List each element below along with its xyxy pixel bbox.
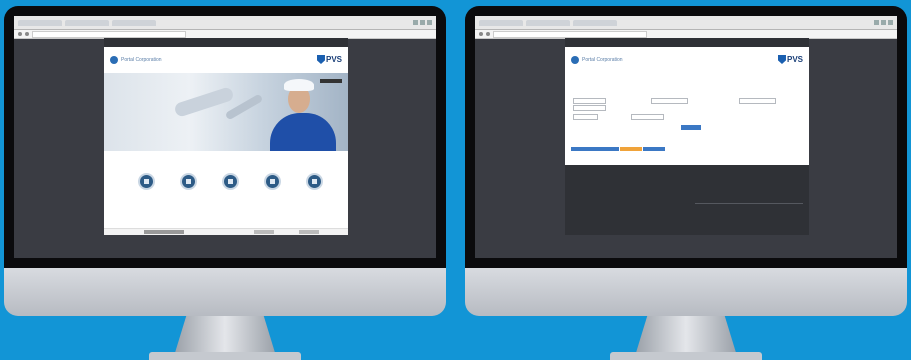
feature-icons — [104, 151, 348, 235]
company-logo-icon[interactable] — [110, 56, 118, 64]
browser-tab[interactable] — [112, 19, 156, 26]
feature-item[interactable] — [260, 173, 284, 193]
window-controls — [413, 20, 436, 25]
minimize-icon[interactable] — [413, 20, 418, 25]
window-controls — [874, 20, 897, 25]
company-name: Portal Corporation — [582, 57, 623, 63]
edit-icon — [305, 173, 323, 190]
news-strip — [104, 228, 348, 235]
shield-icon — [316, 55, 325, 64]
select-field[interactable] — [573, 114, 598, 120]
result-tabs — [571, 147, 665, 151]
form-card: Portal Corporation PVS — [565, 47, 809, 165]
left-monitor: Portal Corporation PVS — [4, 6, 446, 360]
browser-tab[interactable] — [526, 19, 570, 26]
monitor-stand — [635, 316, 737, 356]
pvs-logo-text: PVS — [325, 55, 342, 64]
document-icon — [179, 173, 197, 190]
select-field[interactable] — [631, 114, 664, 120]
monitor-stand — [174, 316, 276, 356]
company-logo-icon[interactable] — [571, 56, 579, 64]
browser-tab[interactable] — [18, 19, 62, 26]
select-field[interactable] — [573, 98, 606, 104]
back-icon[interactable] — [479, 32, 483, 36]
browser-tab-bar — [14, 16, 436, 30]
back-icon[interactable] — [18, 32, 22, 36]
news-thumbnail[interactable] — [299, 230, 319, 234]
chat-icon — [137, 173, 155, 190]
feature-item[interactable] — [134, 173, 158, 193]
monitor-chin — [4, 268, 446, 316]
maximize-icon[interactable] — [420, 20, 425, 25]
calendar-icon — [263, 173, 281, 190]
submit-button[interactable] — [681, 125, 701, 130]
right-screen: Portal Corporation PVS — [475, 16, 897, 258]
feature-item[interactable] — [218, 173, 242, 193]
right-monitor-bezel: Portal Corporation PVS — [465, 6, 907, 268]
close-icon[interactable] — [888, 20, 893, 25]
forward-icon[interactable] — [25, 32, 29, 36]
browser-tab-bar — [475, 16, 897, 30]
tab-item[interactable] — [571, 147, 619, 151]
browser-tab[interactable] — [479, 19, 523, 26]
feature-item[interactable] — [302, 173, 326, 193]
select-field[interactable] — [573, 105, 606, 111]
hero-badge — [320, 79, 342, 83]
close-icon[interactable] — [427, 20, 432, 25]
browser-tab[interactable] — [573, 19, 617, 26]
select-field[interactable] — [651, 98, 688, 104]
website-home-page: Portal Corporation PVS — [104, 38, 348, 235]
news-thumbnail[interactable] — [144, 230, 184, 234]
maximize-icon[interactable] — [881, 20, 886, 25]
hero-banner-image — [104, 73, 348, 151]
company-name: Portal Corporation — [121, 57, 162, 63]
person-cap — [284, 79, 314, 91]
brand-header: Portal Corporation PVS — [565, 47, 809, 73]
url-field[interactable] — [493, 30, 647, 38]
feature-item[interactable] — [176, 173, 200, 193]
pvs-logo-text: PVS — [786, 55, 803, 64]
folder-icon — [221, 173, 239, 190]
select-field[interactable] — [739, 98, 776, 104]
minimize-icon[interactable] — [874, 20, 879, 25]
shield-icon — [777, 55, 786, 64]
site-footer — [565, 165, 809, 235]
right-monitor: Portal Corporation PVS — [465, 6, 907, 360]
pvs-logo[interactable]: PVS — [777, 55, 803, 64]
url-field[interactable] — [32, 30, 186, 38]
brand-header: Portal Corporation PVS — [104, 47, 348, 73]
person-body — [270, 113, 336, 151]
website-form-page: Portal Corporation PVS — [565, 38, 809, 235]
left-screen: Portal Corporation PVS — [14, 16, 436, 258]
tab-item[interactable] — [620, 147, 642, 151]
top-navigation — [565, 38, 809, 47]
left-monitor-bezel: Portal Corporation PVS — [4, 6, 446, 268]
footer-divider — [695, 203, 803, 204]
forward-icon[interactable] — [486, 32, 490, 36]
tab-item[interactable] — [643, 147, 665, 151]
pvs-logo[interactable]: PVS — [316, 55, 342, 64]
top-navigation — [104, 38, 348, 47]
browser-tab[interactable] — [65, 19, 109, 26]
monitor-chin — [465, 268, 907, 316]
news-thumbnail[interactable] — [254, 230, 274, 234]
